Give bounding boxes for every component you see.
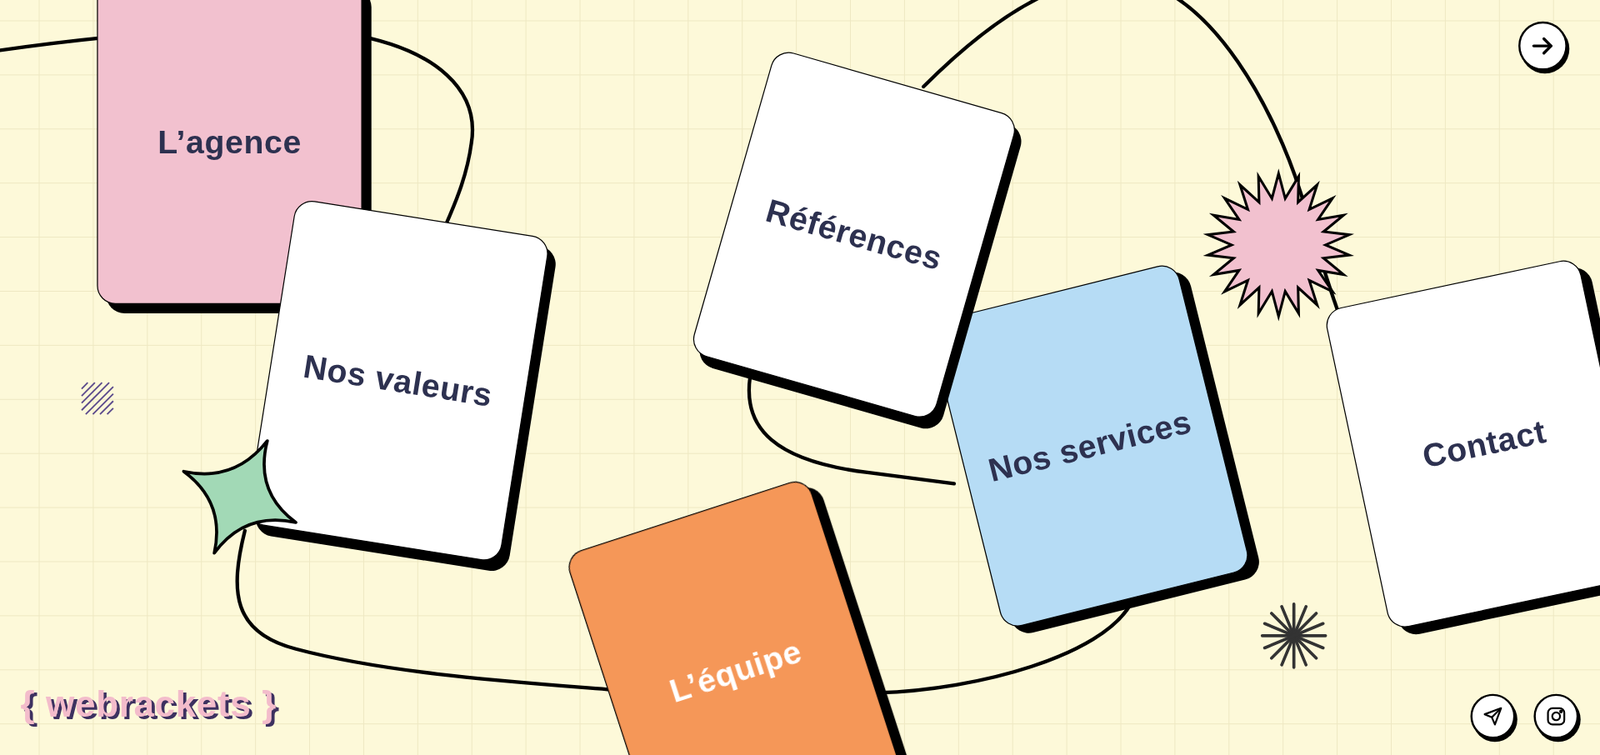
nav-card-label[interactable]: Nos services — [984, 401, 1195, 490]
canvas: L’agence Nos valeurs L’équipe Nos services R… — [0, 0, 1600, 755]
card-deck: L’agence Nos valeurs L’équipe Nos services R… — [0, 0, 1600, 755]
nav-card-label[interactable]: Références — [761, 190, 947, 279]
paper-plane-icon — [1482, 705, 1503, 726]
nav-card[interactable]: L’équipe — [564, 476, 908, 755]
nav-card[interactable]: Contact — [1323, 257, 1600, 631]
next-button[interactable] — [1518, 21, 1568, 71]
page: L’agence Nos valeurs L’équipe Nos services R… — [0, 0, 1600, 755]
hatched-square — [81, 382, 114, 415]
nav-card-label[interactable]: Nos valeurs — [300, 346, 495, 415]
send-button[interactable] — [1470, 694, 1516, 740]
green-sparkle — [183, 440, 296, 554]
nav-card[interactable]: Nos services — [927, 261, 1252, 630]
nav-card[interactable]: Nos valeurs — [245, 198, 550, 564]
instagram-button[interactable] — [1533, 694, 1579, 740]
pink-starburst — [1207, 173, 1350, 316]
nav-card-label[interactable]: L’agence — [157, 122, 302, 162]
nav-card-label[interactable]: Contact — [1419, 411, 1550, 476]
brand-logo[interactable]: { webrackets } — [20, 677, 277, 730]
arrow-right-icon — [1530, 32, 1557, 60]
instagram-icon — [1545, 705, 1566, 726]
dark-asterisk — [1262, 604, 1326, 668]
decorations — [0, 0, 1600, 755]
nav-card-label[interactable]: L’équipe — [665, 631, 807, 711]
